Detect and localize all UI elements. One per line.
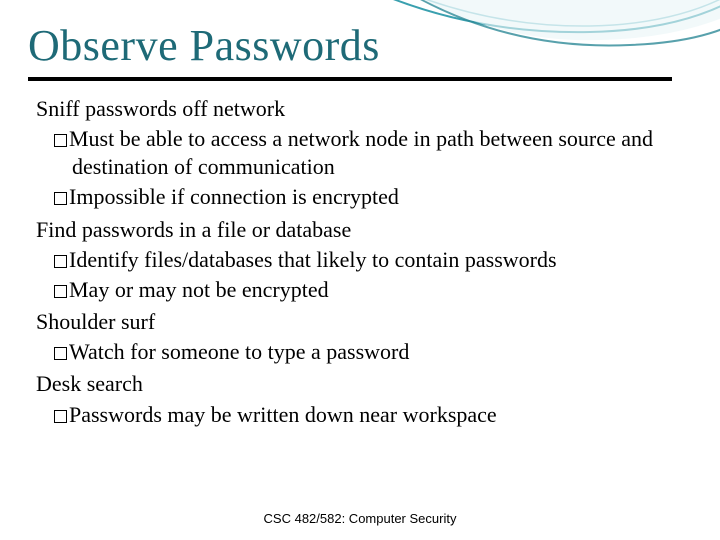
checkbox-icon — [54, 255, 67, 268]
bullet-text: Must be able to access a network node in… — [69, 126, 653, 179]
bullet-item: Passwords may be written down near works… — [30, 401, 690, 429]
topic-heading: Find passwords in a file or database — [30, 216, 690, 244]
topic-heading: Shoulder surf — [30, 308, 690, 336]
bullet-item: Identify files/databases that likely to … — [30, 246, 690, 274]
topic-heading: Sniff passwords off network — [30, 95, 690, 123]
bullet-item: Impossible if connection is encrypted — [30, 183, 690, 211]
checkbox-icon — [54, 285, 67, 298]
checkbox-icon — [54, 347, 67, 360]
slide-footer: CSC 482/582: Computer Security — [0, 511, 720, 526]
bullet-text: Identify files/databases that likely to … — [69, 247, 557, 272]
bullet-text: Impossible if connection is encrypted — [69, 184, 399, 209]
bullet-text: May or may not be encrypted — [69, 277, 329, 302]
title-underline — [28, 77, 672, 81]
bullet-item: Must be able to access a network node in… — [30, 125, 690, 181]
slide-title: Observe Passwords — [0, 0, 720, 77]
checkbox-icon — [54, 192, 67, 205]
checkbox-icon — [54, 134, 67, 147]
bullet-text: Passwords may be written down near works… — [69, 402, 497, 427]
bullet-item: Watch for someone to type a password — [30, 338, 690, 366]
checkbox-icon — [54, 410, 67, 423]
bullet-text: Watch for someone to type a password — [69, 339, 409, 364]
slide-content: Sniff passwords off network Must be able… — [0, 95, 720, 429]
bullet-item: May or may not be encrypted — [30, 276, 690, 304]
topic-heading: Desk search — [30, 370, 690, 398]
